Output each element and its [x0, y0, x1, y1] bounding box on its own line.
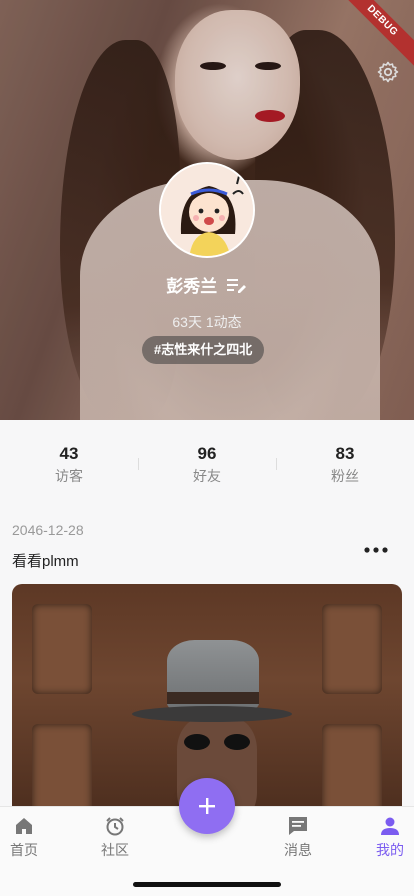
- tab-messages[interactable]: 消息: [268, 815, 328, 860]
- photo-sunglasses: [184, 734, 250, 750]
- counter-value: 83: [335, 444, 355, 463]
- tab-community[interactable]: 社区: [85, 815, 145, 860]
- more-horizontal-icon: [364, 547, 388, 553]
- counter-value: 96: [197, 444, 217, 463]
- door-panel: [32, 724, 92, 814]
- counter-friends[interactable]: 96 好友: [138, 420, 276, 500]
- tab-label: 社区: [101, 842, 129, 858]
- counter-label: 粉丝: [331, 468, 359, 484]
- gear-icon: [377, 61, 399, 83]
- home-icon: [16, 818, 32, 834]
- settings-button[interactable]: [376, 60, 400, 84]
- message-icon: [289, 817, 307, 835]
- profile-name: 彭秀兰: [166, 277, 218, 296]
- edit-profile-button[interactable]: [226, 276, 248, 294]
- add-post-button[interactable]: [179, 778, 235, 834]
- counter-visitors[interactable]: 43 访客: [0, 420, 138, 500]
- plus-icon: [199, 798, 215, 814]
- tab-label: 消息: [284, 842, 312, 858]
- alarm-clock-icon: [106, 817, 124, 836]
- tab-home[interactable]: 首页: [0, 815, 54, 860]
- counters-row: 43 访客 96 好友 83 粉丝: [0, 420, 414, 500]
- profile-stats-line: 63天 1动态: [172, 314, 242, 330]
- door-panel: [322, 724, 382, 814]
- post-date: 2046-12-28: [12, 522, 84, 538]
- avatar[interactable]: [159, 162, 255, 258]
- tab-label: 首页: [10, 842, 38, 858]
- post-text: 看看plmm: [12, 553, 79, 570]
- door-panel: [32, 604, 92, 694]
- tab-mine[interactable]: 我的: [360, 815, 414, 860]
- photo-hat-band: [167, 692, 259, 704]
- counter-followers[interactable]: 83 粉丝: [276, 420, 414, 500]
- profile-name-row: 彭秀兰: [0, 272, 414, 297]
- door-panel: [322, 604, 382, 694]
- post-more-button[interactable]: [364, 542, 388, 553]
- counter-value: 43: [59, 444, 79, 463]
- cartoon-girl-avatar-icon: [161, 164, 253, 256]
- photo-hat-brim: [132, 706, 292, 722]
- profile-tag[interactable]: #志性来什之四北: [142, 336, 265, 364]
- counter-label: 好友: [193, 468, 221, 484]
- post-card: 2046-12-28 看看plmm: [0, 500, 414, 824]
- home-indicator: [133, 882, 281, 887]
- counter-label: 访客: [55, 468, 83, 484]
- edit-note-icon: [226, 278, 246, 293]
- person-icon: [381, 817, 399, 835]
- tab-label: 我的: [376, 842, 404, 858]
